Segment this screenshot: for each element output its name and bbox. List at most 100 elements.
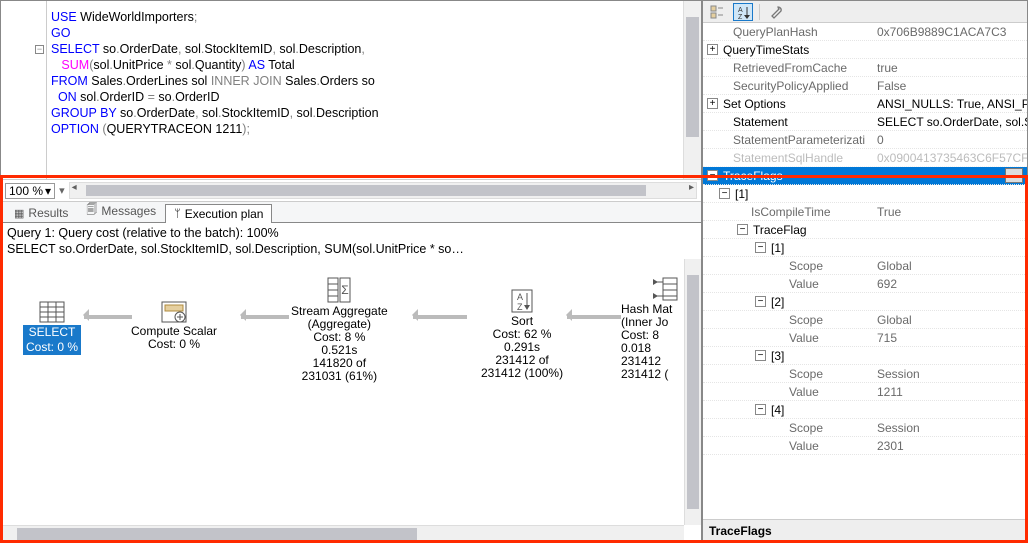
select-icon	[39, 301, 65, 323]
prop-tf-value[interactable]: Value692	[703, 275, 1027, 293]
plan-node-compute[interactable]: Compute Scalar Cost: 0 %	[131, 301, 217, 351]
prop-row[interactable]: StatementSELECT so.OrderDate, sol.S	[703, 113, 1027, 131]
plan-node-select[interactable]: SELECT Cost: 0 %	[23, 301, 81, 355]
ellipsis-button[interactable]: …	[1005, 168, 1023, 183]
categorized-icon	[710, 5, 724, 19]
prop-row[interactable]: SecurityPolicyApplied False	[703, 77, 1027, 95]
collapse-icon[interactable]: −	[755, 296, 766, 307]
aggregate-icon: Σ	[327, 277, 351, 303]
collapse-icon[interactable]: −	[755, 404, 766, 415]
prop-value: Session	[873, 421, 1027, 435]
prop-name-label: QueryTimeStats	[723, 43, 809, 57]
prop-name-label: TraceFlag	[753, 223, 807, 237]
prop-value: False	[873, 79, 1027, 93]
plan-vscroll[interactable]	[684, 259, 701, 525]
hash-icon	[651, 277, 679, 301]
execution-plan-canvas[interactable]: SELECT Cost: 0 % Compute Scalar Cost: 0 …	[1, 259, 701, 542]
prop-name-label: Value	[789, 439, 819, 453]
categorized-button[interactable]	[707, 3, 727, 21]
prop-tf-index[interactable]: −[2]	[703, 293, 1027, 311]
prop-row[interactable]: + QueryTimeStats	[703, 41, 1027, 59]
plan-compute-cost: Cost: 0 %	[131, 338, 217, 351]
prop-tf-index[interactable]: −[3]	[703, 347, 1027, 365]
editor-vscroll[interactable]	[683, 1, 701, 179]
prop-name-label: StatementParameterizati	[733, 133, 865, 147]
prop-traceflags[interactable]: −TraceFlags …	[703, 167, 1027, 185]
properties-pane: AZ QueryPlanHash0x706B9889C1ACA7C3+Query…	[702, 0, 1028, 543]
code-text[interactable]: USE WideWorldImporters;GOSELECT so.Order…	[47, 1, 683, 179]
prop-traceflags-array[interactable]: −[1]	[703, 185, 1027, 203]
zoom-bar: 100 % ▾ ▾	[1, 179, 701, 201]
prop-tf-scope[interactable]: ScopeGlobal	[703, 311, 1027, 329]
code-editor[interactable]: − USE WideWorldImporters;GOSELECT so.Ord…	[1, 1, 701, 179]
prop-name-label: IsCompileTime	[751, 205, 831, 219]
code-gutter: −	[1, 1, 47, 179]
prop-tf-index[interactable]: −[4]	[703, 401, 1027, 419]
alphabetical-button[interactable]: AZ	[733, 3, 753, 21]
svg-text:A: A	[738, 7, 743, 14]
collapse-icon[interactable]: −	[755, 350, 766, 361]
collapse-icon[interactable]: −	[35, 45, 44, 54]
prop-row[interactable]: RetrievedFromCachetrue	[703, 59, 1027, 77]
properties-footer: TraceFlags	[703, 519, 1027, 542]
prop-name-label: Scope	[789, 421, 823, 435]
plan-hscroll[interactable]	[1, 525, 684, 542]
expand-icon[interactable]: +	[707, 98, 718, 109]
plan-icon: ᛘ	[174, 208, 181, 220]
plan-agg-rows2: 231031 (61%)	[291, 370, 388, 383]
prop-row[interactable]: StatementSqlHandle0x0900413735463C6F57CF…	[703, 149, 1027, 167]
collapse-icon[interactable]: −	[755, 242, 766, 253]
prop-name-label: Value	[789, 385, 819, 399]
tab-results[interactable]: ▦ Results	[5, 203, 77, 222]
wrench-icon	[769, 5, 783, 19]
prop-value: 1211	[873, 385, 1027, 399]
prop-name-label: Value	[789, 331, 819, 345]
prop-value: 0	[873, 133, 1027, 147]
prop-row[interactable]: QueryPlanHash0x706B9889C1ACA7C3	[703, 23, 1027, 41]
prop-name-label: Scope	[789, 313, 823, 327]
collapse-icon[interactable]: −	[737, 224, 748, 235]
sort-icon: AZ	[511, 289, 533, 313]
tab-plan-label: Execution plan	[185, 207, 264, 221]
prop-name-label: Statement	[733, 115, 788, 129]
plan-arrow	[567, 315, 621, 325]
prop-tf-scope[interactable]: ScopeSession	[703, 365, 1027, 383]
plan-node-aggregate[interactable]: Σ Stream Aggregate (Aggregate) Cost: 8 %…	[291, 277, 388, 383]
prop-tf-value[interactable]: Value715	[703, 329, 1027, 347]
prop-traceflag-group[interactable]: −TraceFlag	[703, 221, 1027, 239]
prop-value: 0x0900413735463C6F57CF4	[873, 151, 1027, 165]
plan-hash-rows2: 231412 (	[621, 368, 679, 381]
prop-row[interactable]: StatementParameterizati 0	[703, 131, 1027, 149]
properties-grid[interactable]: QueryPlanHash0x706B9889C1ACA7C3 + QueryTim…	[703, 23, 1027, 519]
collapse-icon[interactable]: −	[707, 170, 718, 181]
editor-hscroll[interactable]	[69, 182, 697, 199]
prop-iscompiletime[interactable]: IsCompileTime True	[703, 203, 1027, 221]
dropdown-minus-icon[interactable]: ▾	[59, 184, 65, 197]
expand-icon[interactable]: +	[707, 44, 718, 55]
prop-name-label: QueryPlanHash	[733, 25, 818, 39]
plan-node-hash[interactable]: Hash Mat (Inner Jo Cost: 8 0.018 231412 …	[621, 277, 679, 381]
tab-execution-plan[interactable]: ᛘ Execution plan	[165, 204, 272, 223]
prop-name-label: [3]	[771, 349, 784, 363]
collapse-icon[interactable]: −	[719, 188, 730, 199]
sort-az-icon: AZ	[736, 5, 750, 19]
prop-row[interactable]: +Set OptionsANSI_NULLS: True, ANSI_PA	[703, 95, 1027, 113]
prop-tf-scope[interactable]: Scope Global	[703, 257, 1027, 275]
prop-name-label: RetrievedFromCache	[733, 61, 847, 75]
tab-messages[interactable]: 🗐 Messages	[77, 198, 165, 222]
prop-name-label: Set Options	[723, 97, 786, 111]
prop-tf-index[interactable]: −[1]	[703, 239, 1027, 257]
properties-button[interactable]	[766, 3, 786, 21]
svg-text:Z: Z	[738, 14, 743, 19]
tab-messages-label: Messages	[101, 204, 156, 218]
plan-arrow	[241, 315, 289, 325]
prop-tf-scope[interactable]: Scope Session	[703, 419, 1027, 437]
prop-tf-value[interactable]: Value2301	[703, 437, 1027, 455]
prop-value: Global	[873, 259, 1027, 273]
chevron-down-icon: ▾	[45, 184, 51, 198]
zoom-dropdown[interactable]: 100 % ▾	[5, 183, 55, 199]
prop-name-label: Scope	[789, 259, 823, 273]
plan-node-sort[interactable]: AZ Sort Cost: 62 % 0.291s 231412 of 2314…	[481, 289, 563, 380]
prop-tf-value[interactable]: Value 1211	[703, 383, 1027, 401]
prop-name-label: SecurityPolicyApplied	[733, 79, 848, 93]
